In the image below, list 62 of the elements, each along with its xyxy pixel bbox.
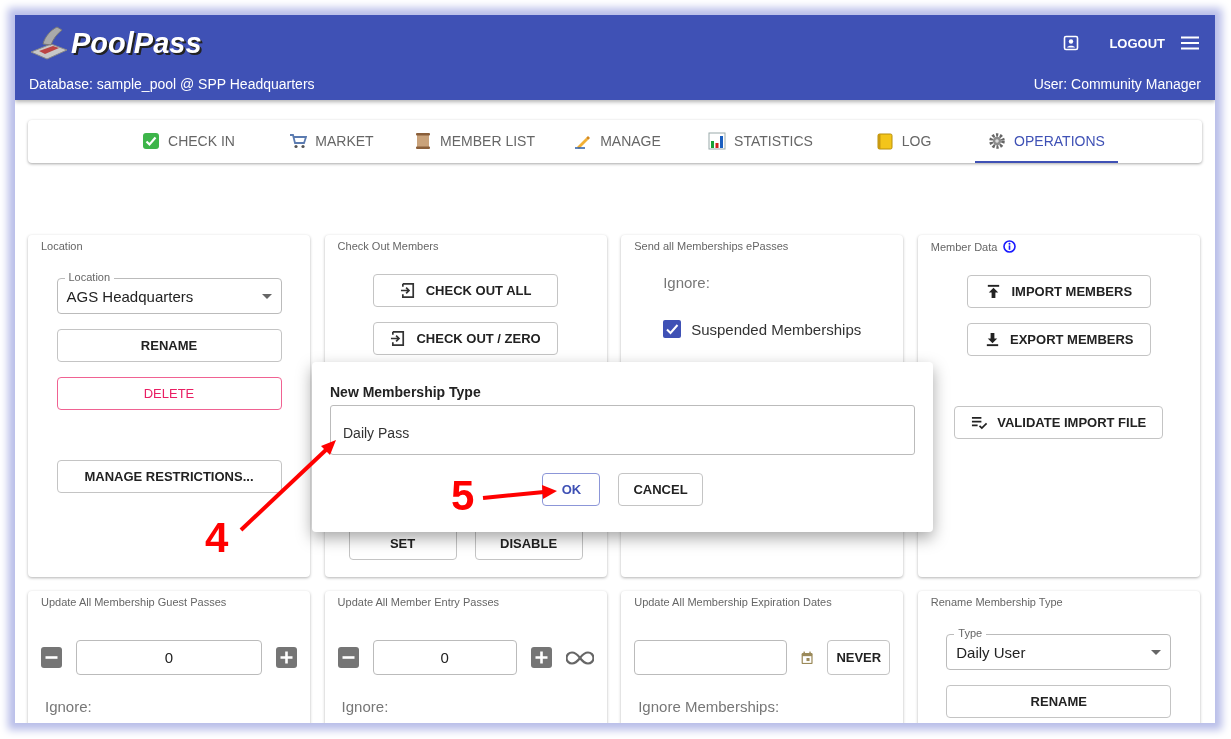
nav-tab[interactable]: CHECK IN [117,120,260,163]
action-button[interactable]: RENAME [946,685,1172,718]
check-square-icon [142,131,161,150]
ignore-label: Ignore: [45,698,92,716]
checkbox-label: Suspended Memberships [691,320,862,338]
nav-tab[interactable]: OPERATIONS [975,120,1118,163]
card-title: Send all Memberships ePasses [634,240,789,252]
dialog-button[interactable]: CANCEL [618,473,703,506]
action-button[interactable]: VALIDATE IMPORT FILE [954,406,1164,439]
database-label: Database: sample_pool @ SPP Headquarters [29,76,315,92]
arrow-icon [482,484,558,502]
nav-tab[interactable]: STATISTICS [689,120,832,163]
action-button[interactable]: CHECK OUT ALL [373,274,558,307]
card-title: Update All Membership Expiration Dates [634,596,832,608]
nav-tab[interactable]: MARKET [260,120,403,163]
cart-icon [289,131,308,150]
dialog-button[interactable]: OK [542,473,601,506]
info-icon[interactable] [1003,240,1017,253]
card-title: Update All Member Entry Passes [337,596,499,608]
contact-card-icon[interactable] [1063,35,1080,51]
notebook-icon [875,131,894,150]
number-field[interactable]: 0 [372,640,517,675]
app-title: PoolPass [71,26,202,60]
action-button[interactable]: CHECK OUT / ZERO [373,322,558,355]
ignore-label: Ignore: [663,274,710,291]
ignore-label: Ignore: [341,698,389,716]
card-title: Location [41,240,83,252]
gear-icon [988,131,1007,150]
plus-icon[interactable] [530,647,552,668]
card-title: Member Data [930,240,998,253]
action-button[interactable]: EXPORT MEMBERS [967,323,1151,356]
action-button[interactable]: RENAME [56,329,282,362]
nav-tab[interactable]: MEMBER LIST [403,120,546,163]
plus-icon[interactable] [276,647,297,668]
nav-tab[interactable]: MANAGE [546,120,689,163]
action-button[interactable]: IMPORT MEMBERS [967,275,1151,308]
number-field[interactable]: 0 [76,640,262,675]
minus-icon[interactable] [337,647,359,668]
scroll-icon [414,131,433,150]
nav-tab[interactable]: LOG [832,120,975,163]
date-field[interactable] [634,640,788,675]
card-title: Check Out Members [337,240,439,252]
ignore-label: Ignore Memberships: [638,698,780,716]
exit-icon [399,282,417,299]
minus-icon[interactable] [41,647,62,668]
action-button[interactable]: MANAGE RESTRICTIONS... [56,460,282,493]
infinity-icon[interactable] [565,650,594,665]
checklist-icon [971,414,989,431]
menu-icon[interactable] [1181,36,1199,50]
delete-button[interactable]: DELETE [56,377,282,410]
checkbox[interactable] [663,320,682,338]
step-number: 4 [205,517,229,559]
membership-name-field[interactable]: Daily Pass [330,405,915,455]
card-title: Rename Membership Type [930,596,1063,608]
step-number: 5 [451,475,475,517]
never-button[interactable]: NEVER [827,640,891,675]
dialog-title: New Membership Type [330,384,482,400]
user-label: User: Community Manager [1033,76,1201,92]
bar-chart-icon [708,131,727,150]
logout-button[interactable]: LOGOUT [1101,31,1173,55]
card-title: Update All Membership Guest Passes [41,596,227,608]
download-icon [984,331,1001,348]
